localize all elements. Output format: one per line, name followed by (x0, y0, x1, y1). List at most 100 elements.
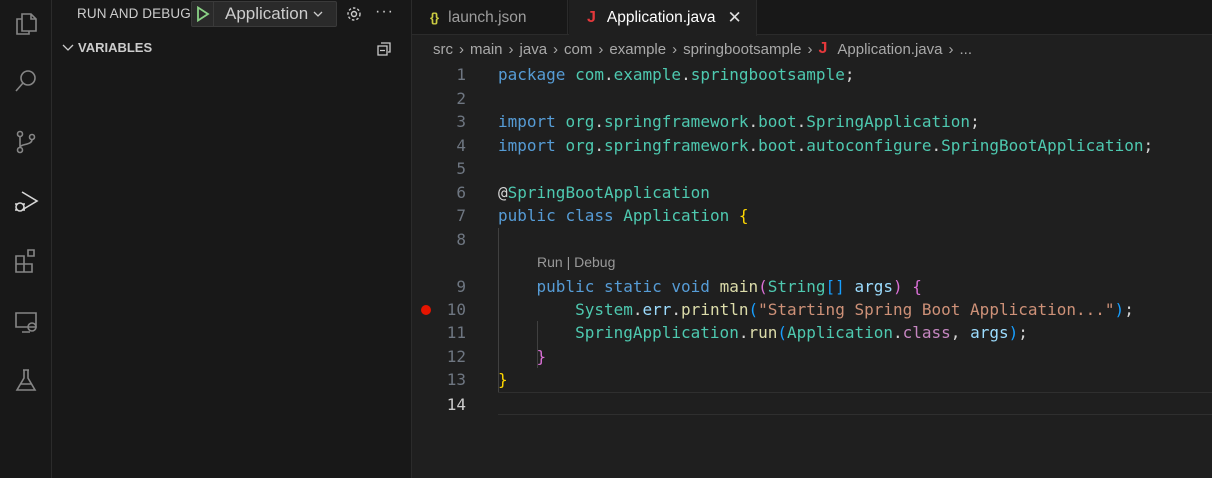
code-token: "Starting Spring Boot Application..." (758, 299, 1115, 319)
extensions-icon[interactable] (0, 238, 52, 286)
code-token: void (671, 277, 710, 296)
breadcrumb-item[interactable]: src (433, 41, 453, 58)
breadcrumb-item[interactable]: Application.java (837, 41, 942, 58)
play-icon (196, 6, 210, 22)
launch-config-name[interactable]: Application (214, 4, 308, 24)
code-token: ) (1114, 299, 1125, 319)
line-number: 11 (446, 323, 466, 342)
code-token: ( (758, 277, 768, 296)
codelens-debug[interactable]: Debug (574, 254, 615, 270)
more-actions-button[interactable]: ··· (375, 3, 394, 21)
code-text: import org.springframework.boot.autoconf… (498, 134, 1153, 158)
code-line[interactable]: 3 import org.springframework.boot.SpringA… (412, 110, 1212, 134)
code-token: [] (825, 277, 845, 296)
code-text: import org.springframework.boot.SpringAp… (498, 110, 980, 134)
code-token: SpringApplication (498, 323, 739, 342)
gear-icon[interactable] (345, 5, 363, 23)
code-token: import (498, 112, 556, 131)
code-token: public (498, 206, 556, 225)
testing-flask-icon[interactable] (0, 356, 52, 404)
code-token: } (498, 346, 547, 366)
chevron-right-icon: › (459, 40, 464, 58)
code-line[interactable]: 2 (412, 87, 1212, 111)
code-line[interactable]: 8 (412, 228, 1212, 252)
breadcrumb-item[interactable]: example (609, 41, 666, 58)
code-token: . (594, 112, 604, 131)
code-text: @SpringBootApplication (498, 181, 710, 205)
code-line[interactable]: 9 public static void main(String[] args)… (412, 275, 1212, 299)
code-token: SpringApplication (806, 112, 971, 131)
code-token: . (594, 135, 604, 155)
code-line[interactable]: 11 SpringApplication.run(Application.cla… (412, 321, 1212, 345)
code-token: . (671, 299, 682, 319)
code-token: package (498, 65, 566, 84)
start-debugging-button[interactable] (192, 2, 214, 26)
line-number: 8 (456, 229, 466, 249)
code-token: boot (758, 112, 797, 131)
collapse-all-icon[interactable] (376, 41, 392, 57)
chevron-right-icon: › (553, 40, 559, 58)
search-icon[interactable] (0, 57, 52, 105)
code-token: import (498, 135, 556, 155)
code-text: System.err.println("Starting Spring Boot… (498, 298, 1134, 322)
run-debug-icon[interactable] (0, 178, 52, 226)
code-line[interactable]: 4 import org.springframework.boot.autocon… (412, 134, 1212, 158)
code-line[interactable]: 14 (447, 391, 1212, 415)
line-number: 13 (446, 370, 466, 389)
breadcrumb-item[interactable]: ... (959, 41, 972, 58)
close-tab-icon[interactable]: ✕ (727, 8, 741, 28)
breadcrumb-item[interactable]: springbootsample (683, 41, 801, 58)
variables-section-header[interactable]: VARIABLES (60, 40, 152, 55)
code-editor[interactable]: 1 package com.example.springbootsample; 2 3… (412, 63, 1212, 478)
launch-config-selector[interactable]: Application (191, 1, 337, 27)
code-token: run (748, 323, 778, 342)
code-token: ; (970, 112, 980, 131)
code-token: springbootsample (690, 65, 845, 84)
code-line[interactable]: 5 (412, 157, 1212, 181)
code-token: com (575, 65, 604, 84)
code-line[interactable]: 1 package com.example.springbootsample; (412, 63, 1212, 87)
activity-bar (0, 0, 52, 478)
code-line[interactable]: 13} (412, 368, 1212, 392)
code-token: . (681, 65, 691, 84)
tab-application-java[interactable]: J Application.java ✕ (569, 0, 757, 36)
breadcrumb: src › main › java › com › example › springbootsamp… (433, 40, 972, 58)
breadcrumb-item[interactable]: java (520, 41, 548, 58)
code-token: class (902, 323, 951, 342)
code-token: . (796, 112, 807, 131)
code-token: println (681, 299, 749, 319)
breadcrumb-item[interactable]: com (564, 41, 592, 58)
code-token: ( (777, 323, 788, 342)
code-line[interactable]: 12 } (412, 345, 1212, 369)
java-file-icon: J (818, 40, 828, 57)
codelens-run[interactable]: Run (537, 254, 563, 270)
source-control-icon[interactable] (0, 118, 52, 166)
code-token: . (796, 135, 807, 155)
tab-launch-json[interactable]: {} launch.json (412, 0, 568, 35)
code-token: String (767, 277, 826, 296)
code-line[interactable]: 10 System.err.println("Starting Spring B… (412, 298, 1212, 322)
line-number: 2 (456, 88, 466, 108)
sidebar-title: RUN AND DEBUG (77, 6, 191, 21)
code-text: package com.example.springbootsample; (498, 63, 854, 87)
breakpoint-icon[interactable] (421, 304, 431, 315)
editor-tabs: {} launch.json J Application.java ✕ (412, 0, 1212, 36)
code-line[interactable]: 6 @SpringBootApplication (412, 181, 1212, 205)
code-token: autoconfigure (806, 135, 932, 155)
breadcrumb-item[interactable]: main (470, 41, 503, 58)
codelens-separator: | (562, 254, 575, 270)
remote-explorer-icon[interactable] (0, 298, 52, 346)
line-number: 12 (446, 346, 466, 366)
code-token: . (931, 135, 942, 155)
code-token: example (613, 65, 682, 84)
code-line[interactable]: 7 public class Application { (412, 204, 1212, 228)
tab-label: Application.java (606, 9, 716, 26)
json-braces-icon: {} (430, 10, 439, 25)
code-token: org (565, 112, 595, 131)
explorer-icon[interactable] (0, 0, 52, 48)
